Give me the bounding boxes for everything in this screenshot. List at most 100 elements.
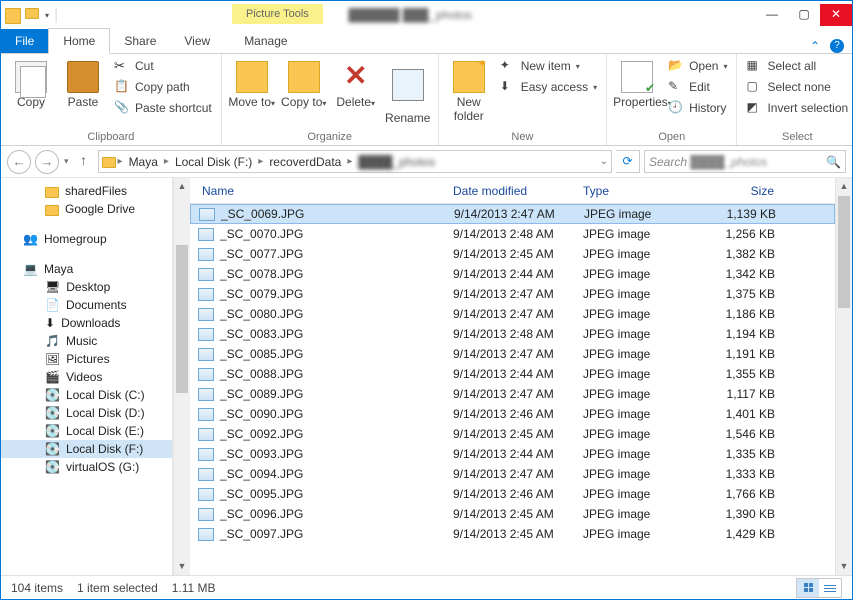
file-row[interactable]: _SC_0069.JPG9/14/2013 2:47 AMJPEG image1…: [190, 204, 835, 224]
delete-button[interactable]: ✕Delete▾: [332, 57, 380, 109]
col-date[interactable]: Date modified: [445, 184, 575, 198]
file-date: 9/14/2013 2:47 AM: [445, 347, 575, 361]
scroll-up-icon[interactable]: ▲: [836, 178, 852, 195]
scroll-down-icon[interactable]: ▼: [836, 558, 852, 575]
edit-button[interactable]: ✎Edit: [665, 78, 730, 96]
file-row[interactable]: _SC_0096.JPG9/14/2013 2:45 AMJPEG image1…: [190, 504, 835, 524]
invert-selection-button[interactable]: ◩Invert selection: [743, 99, 851, 117]
minimize-ribbon-icon[interactable]: ⌃: [810, 39, 820, 53]
nav-googledrive[interactable]: Google Drive: [1, 200, 172, 218]
file-type: JPEG image: [575, 487, 697, 501]
refresh-button[interactable]: ⟳: [616, 150, 640, 173]
crumb-recoverddata[interactable]: recoverdData: [265, 155, 345, 169]
copy-to-button[interactable]: Copy to▾: [280, 57, 328, 109]
new-folder-button[interactable]: New folder: [445, 57, 493, 123]
maximize-button[interactable]: ▢: [788, 4, 820, 26]
file-row[interactable]: _SC_0092.JPG9/14/2013 2:45 AMJPEG image1…: [190, 424, 835, 444]
file-name: _SC_0069.JPG: [221, 207, 304, 221]
file-row[interactable]: _SC_0094.JPG9/14/2013 2:47 AMJPEG image1…: [190, 464, 835, 484]
file-list: Name Date modified Type Size _SC_0069.JP…: [190, 178, 835, 575]
forward-button[interactable]: →: [35, 150, 59, 174]
recent-locations-icon[interactable]: ▾: [63, 156, 70, 167]
nav-local-e[interactable]: 💽Local Disk (E:): [1, 422, 172, 440]
nav-local-c[interactable]: 💽Local Disk (C:): [1, 386, 172, 404]
file-row[interactable]: _SC_0080.JPG9/14/2013 2:47 AMJPEG image1…: [190, 304, 835, 324]
file-row[interactable]: _SC_0097.JPG9/14/2013 2:45 AMJPEG image1…: [190, 524, 835, 544]
file-row[interactable]: _SC_0085.JPG9/14/2013 2:47 AMJPEG image1…: [190, 344, 835, 364]
qat-dropdown-icon[interactable]: ▾: [45, 11, 49, 20]
filelist-scrollbar[interactable]: ▲ ▼: [835, 178, 852, 575]
nav-local-d[interactable]: 💽Local Disk (D:): [1, 404, 172, 422]
file-row[interactable]: _SC_0077.JPG9/14/2013 2:45 AMJPEG image1…: [190, 244, 835, 264]
select-none-button[interactable]: ▢Select none: [743, 78, 851, 96]
paste-shortcut-button[interactable]: 📎Paste shortcut: [111, 99, 215, 117]
col-name[interactable]: Name: [190, 184, 445, 198]
col-type[interactable]: Type: [575, 184, 697, 198]
new-folder-icon[interactable]: [25, 7, 41, 23]
nav-music[interactable]: 🎵Music: [1, 332, 172, 350]
copy-button[interactable]: Copy: [7, 57, 55, 109]
ribbon-tabs: File Home Share View Manage ⌃ ?: [1, 29, 852, 54]
nav-pictures[interactable]: 🖼Pictures: [1, 350, 172, 368]
crumb-current[interactable]: ████_photos: [354, 155, 439, 169]
properties-button[interactable]: Properties▾: [613, 57, 661, 109]
select-all-button[interactable]: ▦Select all: [743, 57, 851, 75]
nav-local-f[interactable]: 💽Local Disk (F:): [1, 440, 172, 458]
nav-sharedfiles[interactable]: sharedFiles: [1, 182, 172, 200]
tab-home[interactable]: Home: [48, 28, 110, 54]
navpane-scrollbar[interactable]: ▲ ▼: [173, 178, 190, 575]
file-row[interactable]: _SC_0078.JPG9/14/2013 2:44 AMJPEG image1…: [190, 264, 835, 284]
search-input[interactable]: Search ████_photos 🔍: [644, 150, 846, 173]
navigation-pane[interactable]: sharedFiles Google Drive 👥Homegroup 💻May…: [1, 178, 173, 575]
nav-virtualos-g[interactable]: 💽virtualOS (G:): [1, 458, 172, 476]
file-row[interactable]: _SC_0090.JPG9/14/2013 2:46 AMJPEG image1…: [190, 404, 835, 424]
easy-access-button[interactable]: ⬇Easy access ▾: [497, 78, 600, 96]
file-row[interactable]: _SC_0088.JPG9/14/2013 2:44 AMJPEG image1…: [190, 364, 835, 384]
file-row[interactable]: _SC_0095.JPG9/14/2013 2:46 AMJPEG image1…: [190, 484, 835, 504]
nav-maya[interactable]: 💻Maya: [1, 260, 172, 278]
history-icon: 🕘: [668, 100, 684, 116]
details-view-button[interactable]: [797, 579, 819, 597]
scroll-up-icon[interactable]: ▲: [174, 178, 190, 195]
tab-share[interactable]: Share: [110, 29, 170, 53]
copy-path-button[interactable]: 📋Copy path: [111, 78, 215, 96]
cut-button[interactable]: ✂Cut: [111, 57, 215, 75]
open-button[interactable]: 📂Open ▾: [665, 57, 730, 75]
file-type: JPEG image: [575, 507, 697, 521]
col-size[interactable]: Size: [697, 184, 795, 198]
nav-videos[interactable]: 🎬Videos: [1, 368, 172, 386]
up-button[interactable]: ↑: [74, 152, 94, 172]
history-button[interactable]: 🕘History: [665, 99, 730, 117]
nav-desktop[interactable]: 🖥Desktop: [1, 278, 172, 296]
new-item-button[interactable]: ✦New item ▾: [497, 57, 600, 75]
breadcrumb[interactable]: ▸ Maya▸ Local Disk (F:)▸ recoverdData▸ █…: [98, 150, 612, 173]
paste-button[interactable]: Paste: [59, 57, 107, 109]
file-row[interactable]: _SC_0089.JPG9/14/2013 2:47 AMJPEG image1…: [190, 384, 835, 404]
address-dropdown-icon[interactable]: ⌄: [600, 156, 608, 167]
rename-button[interactable]: Rename: [384, 57, 432, 125]
easy-access-icon: ⬇: [500, 79, 516, 95]
crumb-maya[interactable]: Maya: [125, 155, 162, 169]
file-row[interactable]: _SC_0079.JPG9/14/2013 2:47 AMJPEG image1…: [190, 284, 835, 304]
file-size: 1,546 KB: [697, 427, 795, 441]
tab-manage[interactable]: Manage: [230, 29, 301, 53]
file-row[interactable]: _SC_0083.JPG9/14/2013 2:48 AMJPEG image1…: [190, 324, 835, 344]
file-date: 9/14/2013 2:46 AM: [445, 487, 575, 501]
help-icon[interactable]: ?: [830, 39, 844, 53]
scroll-down-icon[interactable]: ▼: [174, 558, 190, 575]
move-to-button[interactable]: Move to▾: [228, 57, 276, 109]
nav-documents[interactable]: 📄Documents: [1, 296, 172, 314]
file-row[interactable]: _SC_0070.JPG9/14/2013 2:48 AMJPEG image1…: [190, 224, 835, 244]
close-button[interactable]: ✕: [820, 4, 852, 26]
crumb-localdisk-f[interactable]: Local Disk (F:): [171, 155, 256, 169]
large-icons-view-button[interactable]: [819, 579, 841, 597]
tab-view[interactable]: View: [170, 29, 224, 53]
drive-icon: 💽: [45, 424, 60, 438]
folder-icon[interactable]: [5, 8, 21, 24]
file-row[interactable]: _SC_0093.JPG9/14/2013 2:44 AMJPEG image1…: [190, 444, 835, 464]
nav-downloads[interactable]: ⬇Downloads: [1, 314, 172, 332]
nav-homegroup[interactable]: 👥Homegroup: [1, 230, 172, 248]
minimize-button[interactable]: —: [756, 4, 788, 26]
tab-file[interactable]: File: [1, 29, 48, 53]
back-button[interactable]: ←: [7, 150, 31, 174]
